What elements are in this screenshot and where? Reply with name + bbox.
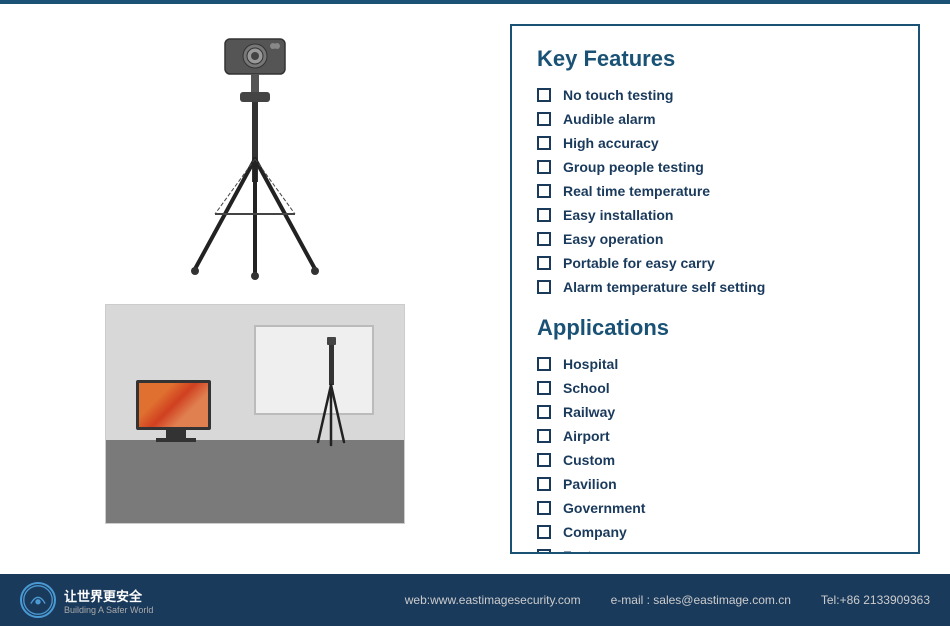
app-label-2: School (563, 380, 610, 396)
room-tripod-svg (314, 337, 349, 447)
main-content: Key Features No touch testing Audible al… (0, 4, 950, 574)
app-checkbox-8 (537, 525, 551, 539)
app-item-1: Hospital (537, 356, 893, 372)
feature-item-5: Real time temperature (537, 183, 893, 199)
email-label: e-mail : (611, 593, 650, 607)
app-item-3: Railway (537, 404, 893, 420)
feature-label-6: Easy installation (563, 207, 673, 223)
feature-item-8: Portable for easy carry (537, 255, 893, 271)
feature-label-9: Alarm temperature self setting (563, 279, 765, 295)
feature-label-1: No touch testing (563, 87, 673, 103)
feature-item-4: Group people testing (537, 159, 893, 175)
checkbox-icon-3 (537, 136, 551, 150)
app-label-6: Pavilion (563, 476, 617, 492)
app-label-9: Factory (563, 548, 614, 554)
footer-email: e-mail : sales@eastimage.com.cn (611, 593, 791, 607)
app-label-5: Custom (563, 452, 615, 468)
logo-text-block: 让世界更安全 Building A Safer World (64, 586, 153, 615)
web-url: www.eastimagesecurity.com (430, 593, 581, 607)
room-scene (106, 305, 404, 523)
features-title: Key Features (537, 46, 893, 72)
app-checkbox-6 (537, 477, 551, 491)
right-panel: Key Features No touch testing Audible al… (510, 24, 920, 554)
tripod-camera-illustration (165, 29, 345, 289)
app-label-8: Company (563, 524, 627, 540)
checkbox-icon-4 (537, 160, 551, 174)
app-label-1: Hospital (563, 356, 618, 372)
feature-label-4: Group people testing (563, 159, 704, 175)
left-panel (30, 24, 480, 554)
logo-main-text: 让世界更安全 (64, 586, 153, 605)
monitor-screen (136, 380, 211, 430)
checkbox-icon-5 (537, 184, 551, 198)
footer-web: web:www.eastimagesecurity.com (405, 593, 581, 607)
logo-sub-text: Building A Safer World (64, 605, 153, 615)
feature-item-7: Easy operation (537, 231, 893, 247)
app-label-7: Government (563, 500, 645, 516)
feature-label-3: High accuracy (563, 135, 659, 151)
app-item-6: Pavilion (537, 476, 893, 492)
feature-list: No touch testing Audible alarm High accu… (537, 87, 893, 295)
app-checkbox-1 (537, 357, 551, 371)
app-item-8: Company (537, 524, 893, 540)
checkbox-icon-7 (537, 232, 551, 246)
app-item-5: Custom (537, 452, 893, 468)
tripod-image-area (105, 24, 405, 294)
app-checkbox-3 (537, 405, 551, 419)
app-item-4: Airport (537, 428, 893, 444)
applications-list: Hospital School Railway Airport Custom P… (537, 356, 893, 554)
feature-item-1: No touch testing (537, 87, 893, 103)
feature-item-9: Alarm temperature self setting (537, 279, 893, 295)
app-checkbox-4 (537, 429, 551, 443)
feature-label-2: Audible alarm (563, 111, 656, 127)
feature-item-2: Audible alarm (537, 111, 893, 127)
tel-value: +86 2133909363 (840, 593, 930, 607)
web-label: web: (405, 593, 430, 607)
checkbox-icon-9 (537, 280, 551, 294)
applications-title: Applications (537, 315, 893, 341)
app-checkbox-9 (537, 549, 551, 554)
footer-contact: web:www.eastimagesecurity.com e-mail : s… (405, 593, 930, 607)
footer: 让世界更安全 Building A Safer World web:www.ea… (0, 574, 950, 626)
app-label-3: Railway (563, 404, 615, 420)
feature-label-8: Portable for easy carry (563, 255, 715, 271)
room-image-area (105, 304, 405, 524)
monitor-stand (166, 430, 186, 438)
app-label-4: Airport (563, 428, 610, 444)
footer-tel: Tel:+86 2133909363 (821, 593, 930, 607)
footer-logo: 让世界更安全 Building A Safer World (20, 582, 153, 618)
app-checkbox-5 (537, 453, 551, 467)
checkbox-icon-1 (537, 88, 551, 102)
feature-label-7: Easy operation (563, 231, 663, 247)
checkbox-icon-2 (537, 112, 551, 126)
room-monitor (136, 380, 216, 440)
app-checkbox-2 (537, 381, 551, 395)
app-item-2: School (537, 380, 893, 396)
tel-label: Tel: (821, 593, 840, 607)
logo-circle-icon (20, 582, 56, 618)
email-value: sales@eastimage.com.cn (653, 593, 791, 607)
feature-item-6: Easy installation (537, 207, 893, 223)
checkbox-icon-6 (537, 208, 551, 222)
room-floor (106, 440, 404, 523)
app-item-9: Factory (537, 548, 893, 554)
app-item-7: Government (537, 500, 893, 516)
app-checkbox-7 (537, 501, 551, 515)
checkbox-icon-8 (537, 256, 551, 270)
feature-label-5: Real time temperature (563, 183, 710, 199)
monitor-base (156, 438, 196, 442)
feature-item-3: High accuracy (537, 135, 893, 151)
